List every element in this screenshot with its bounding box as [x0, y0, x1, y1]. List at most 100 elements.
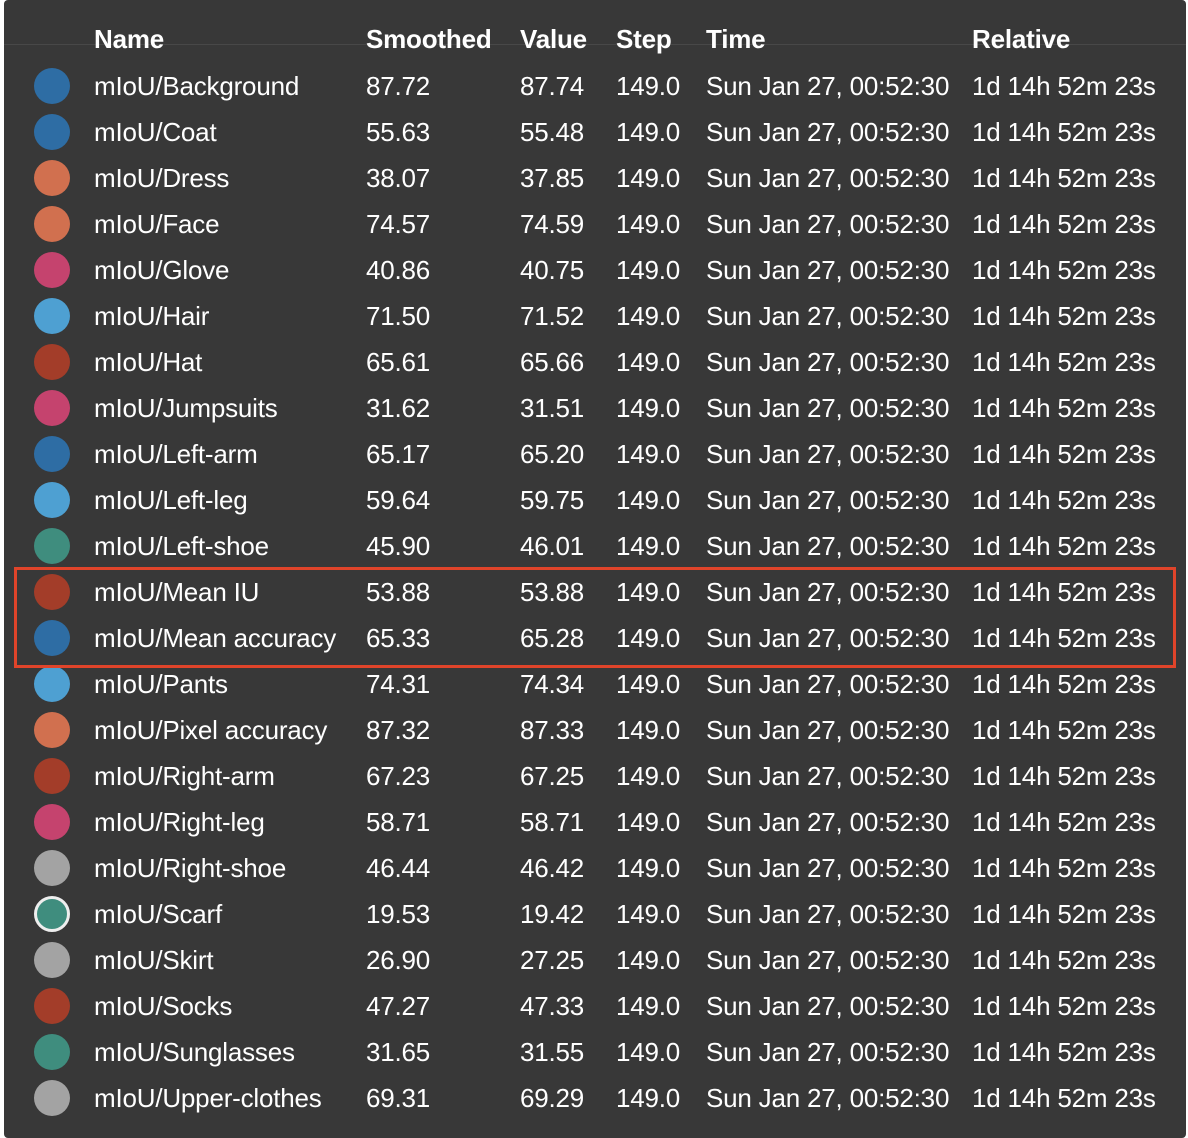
table-row: mIoU/Glove 40.86 40.75 149.0 Sun Jan 27, 00:… [4, 247, 1186, 293]
table-row: mIoU/Left-shoe 45.90 46.01 149.0 Sun Jan 27,… [4, 523, 1186, 569]
cell-smoothed: 55.63 [366, 116, 431, 147]
series-color-swatch [34, 988, 70, 1024]
cell-relative: 1d 14h 52m 23s [972, 392, 1156, 423]
swatch-cell [4, 661, 94, 707]
cell-name: mIoU/Hat [94, 346, 203, 377]
cell-relative: 1d 14h 52m 23s [972, 1082, 1156, 1113]
swatch-cell [4, 339, 94, 385]
cell-step: 149.0 [616, 806, 681, 837]
cell-value: 31.51 [520, 392, 585, 423]
swatch-column-header [4, 15, 94, 63]
cell-smoothed: 67.23 [366, 760, 431, 791]
swatch-cell [4, 523, 94, 569]
cell-value: 65.66 [520, 346, 585, 377]
cell-step: 149.0 [616, 760, 681, 791]
cell-relative: 1d 14h 52m 23s [972, 990, 1156, 1021]
cell-value: 69.29 [520, 1082, 585, 1113]
table-row: mIoU/Upper-clothes 69.31 69.29 149.0 Sun Jan… [4, 1075, 1186, 1121]
table-row: mIoU/Dress 38.07 37.85 149.0 Sun Jan 27, 00:… [4, 155, 1186, 201]
cell-time: Sun Jan 27, 00:52:30 [706, 852, 950, 883]
cell-value: 59.75 [520, 484, 585, 515]
series-color-swatch [34, 160, 70, 196]
cell-value: 74.34 [520, 668, 585, 699]
cell-smoothed: 46.44 [366, 852, 431, 883]
cell-time: Sun Jan 27, 00:52:30 [706, 438, 950, 469]
cell-relative: 1d 14h 52m 23s [972, 438, 1156, 469]
cell-smoothed: 47.27 [366, 990, 431, 1021]
swatch-cell [4, 937, 94, 983]
cell-smoothed: 59.64 [366, 484, 431, 515]
cell-step: 149.0 [616, 70, 681, 101]
swatch-cell [4, 293, 94, 339]
series-color-swatch [34, 850, 70, 886]
cell-name: mIoU/Face [94, 208, 220, 239]
swatch-cell [4, 477, 94, 523]
cell-value: 31.55 [520, 1036, 585, 1067]
column-header-time: Time [706, 23, 766, 54]
cell-name: mIoU/Left-arm [94, 438, 258, 469]
table-row: mIoU/Skirt 26.90 27.25 149.0 Sun Jan 27, 00:… [4, 937, 1186, 983]
cell-value: 65.28 [520, 622, 585, 653]
cell-value: 65.20 [520, 438, 585, 469]
cell-time: Sun Jan 27, 00:52:30 [706, 162, 950, 193]
cell-time: Sun Jan 27, 00:52:30 [706, 1082, 950, 1113]
cell-time: Sun Jan 27, 00:52:30 [706, 116, 950, 147]
cell-relative: 1d 14h 52m 23s [972, 70, 1156, 101]
cell-time: Sun Jan 27, 00:52:30 [706, 576, 950, 607]
table-row: mIoU/Left-arm 65.17 65.20 149.0 Sun Jan 27, … [4, 431, 1186, 477]
cell-time: Sun Jan 27, 00:52:30 [706, 806, 950, 837]
series-color-swatch [34, 758, 70, 794]
cell-time: Sun Jan 27, 00:52:30 [706, 392, 950, 423]
series-color-swatch [34, 942, 70, 978]
cell-relative: 1d 14h 52m 23s [972, 760, 1156, 791]
cell-value: 37.85 [520, 162, 585, 193]
series-color-swatch [34, 620, 70, 656]
swatch-cell [4, 63, 94, 109]
series-color-swatch [34, 114, 70, 150]
cell-step: 149.0 [616, 668, 681, 699]
cell-time: Sun Jan 27, 00:52:30 [706, 300, 950, 331]
swatch-cell [4, 1075, 94, 1121]
table-row: mIoU/Hair 71.50 71.52 149.0 Sun Jan 27, 00:5… [4, 293, 1186, 339]
cell-step: 149.0 [616, 484, 681, 515]
cell-value: 58.71 [520, 806, 585, 837]
cell-time: Sun Jan 27, 00:52:30 [706, 898, 950, 929]
cell-smoothed: 65.17 [366, 438, 431, 469]
series-color-swatch [34, 574, 70, 610]
table-row: mIoU/Pixel accuracy 87.32 87.33 149.0 Sun Ja… [4, 707, 1186, 753]
series-color-swatch [34, 252, 70, 288]
cell-relative: 1d 14h 52m 23s [972, 162, 1156, 193]
cell-step: 149.0 [616, 990, 681, 1021]
cell-smoothed: 58.71 [366, 806, 431, 837]
swatch-cell [4, 431, 94, 477]
cell-relative: 1d 14h 52m 23s [972, 208, 1156, 239]
cell-name: mIoU/Hair [94, 300, 210, 331]
cell-smoothed: 45.90 [366, 530, 431, 561]
column-header-value: Value [520, 23, 587, 54]
cell-name: mIoU/Mean accuracy [94, 622, 337, 653]
cell-value: 67.25 [520, 760, 585, 791]
swatch-cell [4, 155, 94, 201]
cell-name: mIoU/Glove [94, 254, 230, 285]
cell-value: 87.33 [520, 714, 585, 745]
cell-step: 149.0 [616, 438, 681, 469]
cell-value: 55.48 [520, 116, 585, 147]
cell-step: 149.0 [616, 530, 681, 561]
cell-time: Sun Jan 27, 00:52:30 [706, 990, 950, 1021]
cell-smoothed: 40.86 [366, 254, 431, 285]
cell-value: 53.88 [520, 576, 585, 607]
column-header-smoothed: Smoothed [366, 23, 492, 54]
swatch-cell [4, 799, 94, 845]
swatch-cell [4, 1029, 94, 1075]
column-header-step: Step [616, 23, 672, 54]
swatch-cell [4, 201, 94, 247]
cell-time: Sun Jan 27, 00:52:30 [706, 622, 950, 653]
cell-name: mIoU/Pants [94, 668, 228, 699]
series-color-swatch [34, 804, 70, 840]
cell-time: Sun Jan 27, 00:52:30 [706, 346, 950, 377]
cell-step: 149.0 [616, 1036, 681, 1067]
table-row: mIoU/Hat 65.61 65.66 149.0 Sun Jan 27, 00:52… [4, 339, 1186, 385]
cell-value: 46.42 [520, 852, 585, 883]
cell-smoothed: 69.31 [366, 1082, 431, 1113]
swatch-cell [4, 983, 94, 1029]
